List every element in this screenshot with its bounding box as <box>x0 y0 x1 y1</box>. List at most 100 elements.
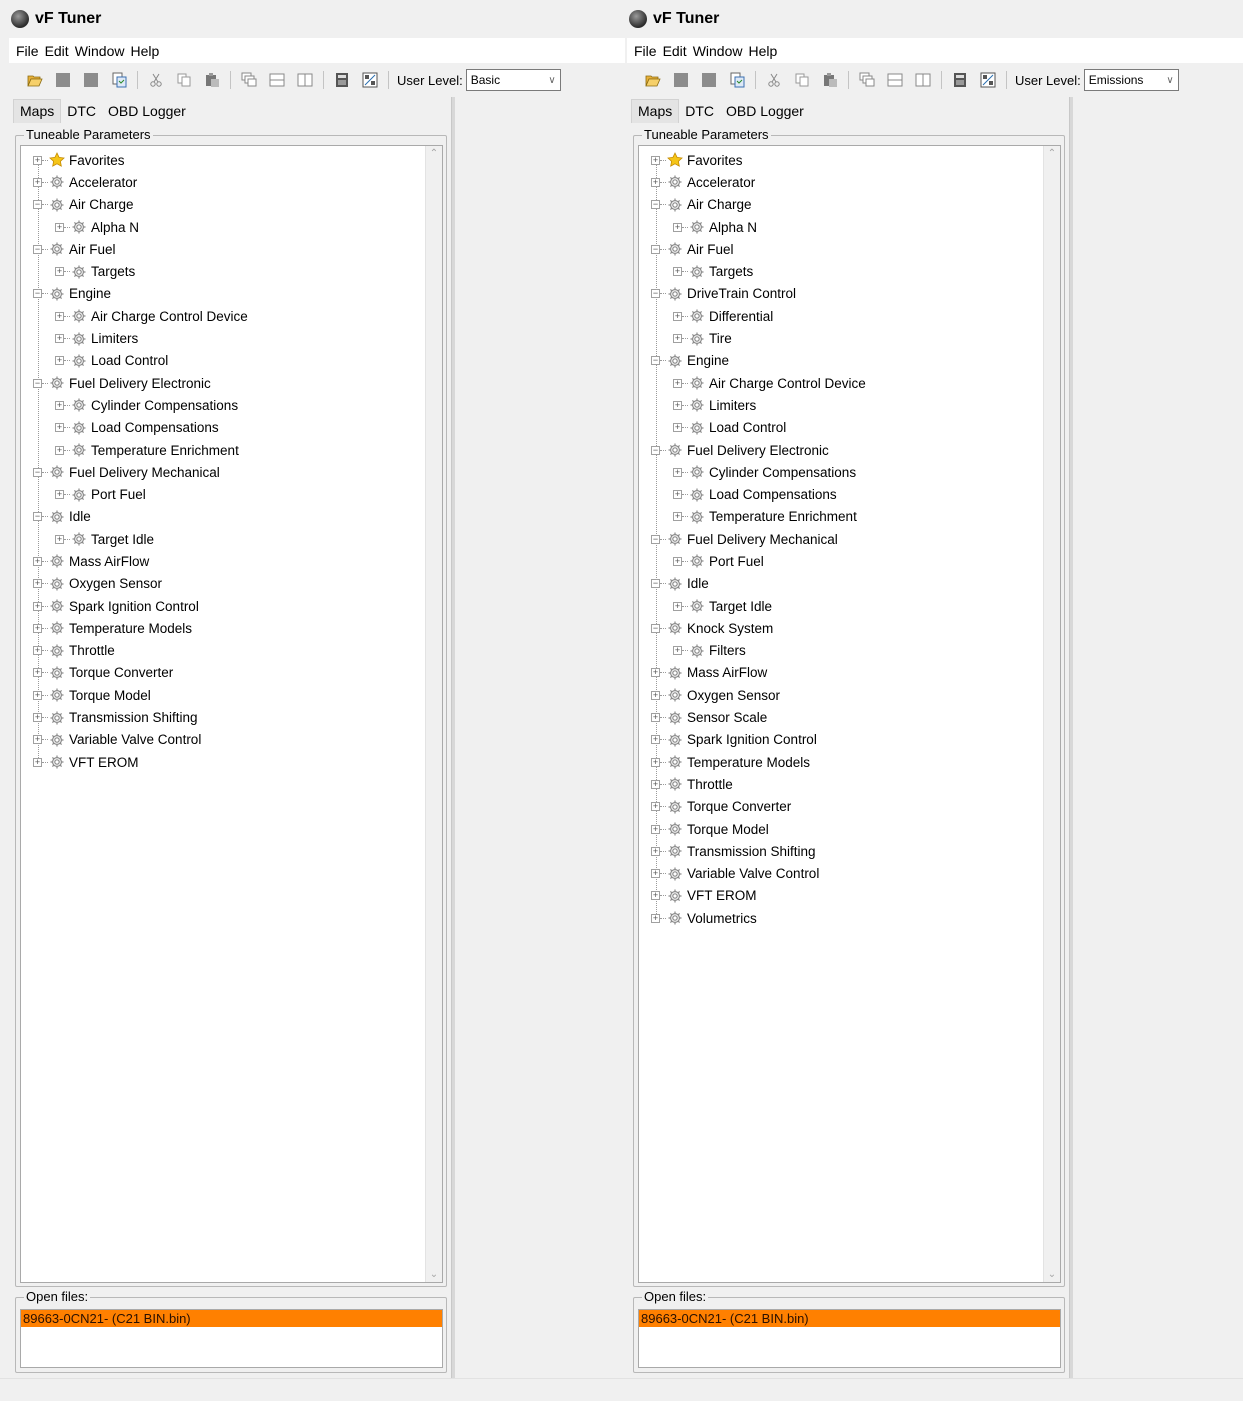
scroll-up-icon[interactable]: ⌃ <box>1044 148 1060 159</box>
save-icon[interactable] <box>55 72 71 88</box>
expand-icon[interactable]: + <box>55 334 64 344</box>
tree-node-sensor-scale[interactable]: + Sensor Scale <box>639 706 1060 728</box>
menu-file[interactable]: File <box>631 43 660 59</box>
expand-icon[interactable]: + <box>673 378 682 388</box>
tile-vertical-icon[interactable] <box>297 72 313 88</box>
paste-icon[interactable] <box>822 72 838 88</box>
tree-node-fuel-delivery-electronic[interactable]: − Fuel Delivery Electronic <box>21 372 442 394</box>
open-files-list[interactable]: 89663-0CN21- (C21 BIN.bin) <box>638 1309 1061 1368</box>
cut-icon[interactable] <box>148 72 164 88</box>
expand-icon[interactable]: + <box>673 311 682 321</box>
expand-icon[interactable]: + <box>673 556 682 566</box>
user-level-select[interactable]: Emissions ∨ <box>1083 69 1179 91</box>
expand-icon[interactable]: + <box>55 423 64 433</box>
expand-icon[interactable]: + <box>651 802 660 812</box>
cascade-icon[interactable] <box>241 72 257 88</box>
tree-node-air-charge[interactable]: − Air Charge <box>21 194 442 216</box>
expand-icon[interactable]: + <box>651 913 660 923</box>
tree-node-oxygen-sensor[interactable]: + Oxygen Sensor <box>21 573 442 595</box>
tree-node-throttle[interactable]: + Throttle <box>639 773 1060 795</box>
menu-window[interactable]: Window <box>690 43 746 59</box>
collapse-icon[interactable]: − <box>651 289 660 299</box>
tree-scrollbar[interactable]: ⌃ ⌄ <box>1043 146 1060 1282</box>
open-files-list[interactable]: 89663-0CN21- (C21 BIN.bin) <box>20 1309 443 1368</box>
expand-icon[interactable]: + <box>651 824 660 834</box>
tree-node-limiters[interactable]: + Limiters <box>639 394 1060 416</box>
tree-node-transmission-shifting[interactable]: + Transmission Shifting <box>639 840 1060 862</box>
tree-node-transmission-shifting[interactable]: + Transmission Shifting <box>21 706 442 728</box>
menu-window[interactable]: Window <box>72 43 128 59</box>
calculator-icon[interactable] <box>334 72 350 88</box>
tree-node-engine[interactable]: − Engine <box>639 350 1060 372</box>
tree-node-air-charge-control-device[interactable]: + Air Charge Control Device <box>639 372 1060 394</box>
tree-node-load-compensations[interactable]: + Load Compensations <box>639 483 1060 505</box>
tree-node-favorites[interactable]: + Favorites <box>639 149 1060 171</box>
collapse-icon[interactable]: − <box>651 623 660 633</box>
expand-icon[interactable]: + <box>651 779 660 789</box>
save-icon[interactable] <box>673 72 689 88</box>
expand-icon[interactable]: + <box>673 467 682 477</box>
tree-node-alpha-n[interactable]: + Alpha N <box>639 216 1060 238</box>
open-folder-icon[interactable] <box>645 72 661 88</box>
expand-icon[interactable]: + <box>33 601 42 611</box>
tree-node-torque-converter[interactable]: + Torque Converter <box>639 796 1060 818</box>
tree-node-vft-erom[interactable]: + VFT EROM <box>639 885 1060 907</box>
collapse-icon[interactable]: − <box>651 244 660 254</box>
tree-node-port-fuel[interactable]: + Port Fuel <box>21 483 442 505</box>
tree-node-torque-model[interactable]: + Torque Model <box>21 684 442 706</box>
expand-icon[interactable]: + <box>55 356 64 366</box>
collapse-icon[interactable]: − <box>33 289 42 299</box>
tab-obd-logger[interactable]: OBD Logger <box>720 100 810 123</box>
collapse-icon[interactable]: − <box>651 356 660 366</box>
user-level-select[interactable]: Basic ∨ <box>465 69 561 91</box>
tree-node-air-fuel[interactable]: − Air Fuel <box>639 238 1060 260</box>
cut-icon[interactable] <box>766 72 782 88</box>
tree-node-targets[interactable]: + Targets <box>21 260 442 282</box>
tree-scrollbar[interactable]: ⌃ ⌄ <box>425 146 442 1282</box>
expand-icon[interactable]: + <box>673 601 682 611</box>
tab-dtc[interactable]: DTC <box>679 100 720 123</box>
collapse-icon[interactable]: − <box>651 534 660 544</box>
expand-icon[interactable]: + <box>55 267 64 277</box>
tile-vertical-icon[interactable] <box>915 72 931 88</box>
tree-node-air-charge-control-device[interactable]: + Air Charge Control Device <box>21 305 442 327</box>
expand-icon[interactable]: + <box>33 623 42 633</box>
tree-node-torque-model[interactable]: + Torque Model <box>639 818 1060 840</box>
tree-node-fuel-delivery-electronic[interactable]: − Fuel Delivery Electronic <box>639 439 1060 461</box>
tree-node-limiters[interactable]: + Limiters <box>21 327 442 349</box>
expand-icon[interactable]: + <box>55 490 64 500</box>
expand-icon[interactable]: + <box>33 757 42 767</box>
copy-file-icon[interactable] <box>111 72 127 88</box>
parameter-tree-view[interactable]: + Favorites + Accelerator − Air Charge + Alpha … <box>638 145 1061 1283</box>
expand-icon[interactable]: + <box>651 713 660 723</box>
collapse-icon[interactable]: − <box>651 445 660 455</box>
expand-icon[interactable]: + <box>651 869 660 879</box>
menu-edit[interactable]: Edit <box>42 43 72 59</box>
tree-node-knock-system[interactable]: − Knock System <box>639 617 1060 639</box>
expand-icon[interactable]: + <box>673 400 682 410</box>
collapse-icon[interactable]: − <box>33 378 42 388</box>
tree-node-spark-ignition-control[interactable]: + Spark Ignition Control <box>21 595 442 617</box>
save-all-icon[interactable] <box>83 72 99 88</box>
expand-icon[interactable]: + <box>673 646 682 656</box>
tree-node-temperature-enrichment[interactable]: + Temperature Enrichment <box>21 439 442 461</box>
tree-node-idle[interactable]: − Idle <box>639 573 1060 595</box>
scroll-down-icon[interactable]: ⌄ <box>426 1269 442 1280</box>
save-all-icon[interactable] <box>701 72 717 88</box>
tree-node-cylinder-compensations[interactable]: + Cylinder Compensations <box>639 461 1060 483</box>
tree-node-target-idle[interactable]: + Target Idle <box>21 528 442 550</box>
expand-icon[interactable]: + <box>33 646 42 656</box>
tree-node-mass-airflow[interactable]: + Mass AirFlow <box>639 662 1060 684</box>
open-file-item[interactable]: 89663-0CN21- (C21 BIN.bin) <box>21 1310 442 1327</box>
paste-icon[interactable] <box>204 72 220 88</box>
expand-icon[interactable]: + <box>55 400 64 410</box>
tree-node-throttle[interactable]: + Throttle <box>21 640 442 662</box>
menu-help[interactable]: Help <box>127 43 162 59</box>
tree-node-engine[interactable]: − Engine <box>21 283 442 305</box>
tree-node-volumetrics[interactable]: + Volumetrics <box>639 907 1060 929</box>
tree-node-spark-ignition-control[interactable]: + Spark Ignition Control <box>639 729 1060 751</box>
expand-icon[interactable]: + <box>651 690 660 700</box>
expand-icon[interactable]: + <box>651 177 660 187</box>
tree-node-accelerator[interactable]: + Accelerator <box>21 171 442 193</box>
tree-node-targets[interactable]: + Targets <box>639 260 1060 282</box>
